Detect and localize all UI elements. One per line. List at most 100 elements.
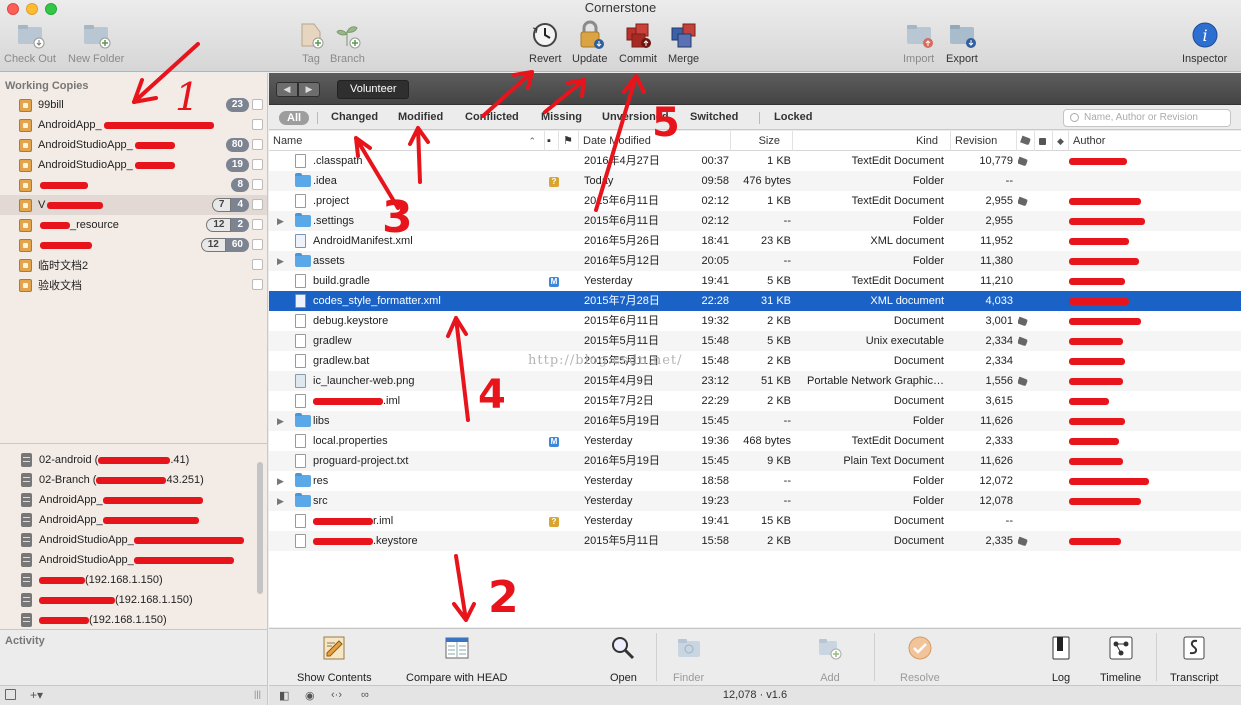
transcript-button[interactable]: Transcript [1170,635,1219,684]
column-author[interactable]: Author [1069,131,1241,151]
file-row[interactable]: debug.keystore 2015年6月11日 19:32 2 KB Documen… [269,311,1241,331]
column-status[interactable]: ▪ [545,131,559,151]
working-copy-checkbox[interactable] [252,99,263,110]
disclosure-triangle-icon[interactable]: ▶ [277,471,287,491]
log-button[interactable]: Log [1048,635,1074,684]
file-row[interactable]: r.iml? Yesterday 19:41 15 KB Document -- [269,511,1241,531]
file-row[interactable]: .iml 2015年7月2日 22:29 2 KB Document 3,615 [269,391,1241,411]
working-copy-item[interactable]: AndroidStudioApp_ 19 [0,155,267,175]
filter-conflicted[interactable]: Conflicted [465,111,519,123]
tag-button[interactable]: Tag [296,20,326,65]
merge-button[interactable]: Merge [668,20,699,65]
filter-locked[interactable]: Locked [774,111,813,123]
update-button[interactable]: Update [572,20,607,65]
file-row[interactable]: build.gradle M Yesterday 19:41 5 KB TextEdit … [269,271,1241,291]
finder-button[interactable]: Finder [673,635,704,684]
open-button[interactable]: Open [610,635,637,684]
working-copy-item[interactable]: V 74 [0,195,267,215]
repository-item[interactable]: AndroidApp_ [0,490,267,510]
file-row[interactable]: .project 2015年6月11日 02:12 1 KB TextEdit Docu… [269,191,1241,211]
working-copy-checkbox[interactable] [252,199,263,210]
working-copy-item[interactable]: 12 60 [0,235,267,255]
filter-changed[interactable]: Changed [331,111,378,123]
resolve-button[interactable]: Resolve [900,635,940,684]
file-row[interactable]: .idea? Today 09:58 476 bytes Folder -- [269,171,1241,191]
new-folder-button[interactable]: New Folder [68,20,124,65]
add-repository-button[interactable]: +▾ [30,688,43,702]
search-input[interactable]: Name, Author or Revision [1063,109,1231,127]
check-out-button[interactable]: Check Out [4,20,56,65]
file-row[interactable]: ▶ assets 2016年5月12日 20:05 -- Folder 11,380 [269,251,1241,271]
disclosure-triangle-icon[interactable]: ▶ [277,491,287,511]
working-copy-checkbox[interactable] [252,259,263,270]
sidebar-toggle-icon[interactable] [5,689,16,700]
column-lock[interactable] [1035,131,1053,151]
filter-modified[interactable]: Modified [398,111,443,123]
repository-item[interactable]: AndroidStudioApp_ [0,530,267,550]
working-copy-checkbox[interactable] [252,279,263,290]
working-copy-item[interactable]: 99bill 23 [0,95,267,115]
branch-button[interactable]: Branch [330,20,365,65]
resize-handle[interactable]: ||| [254,689,261,699]
working-copy-item[interactable]: 8 [0,175,267,195]
working-copy-item[interactable]: AndroidApp_ [0,115,267,135]
working-copy-checkbox[interactable] [252,179,263,190]
show-contents-button[interactable]: Show Contents [297,635,372,684]
repository-item[interactable]: AndroidApp_ [0,510,267,530]
file-row[interactable]: local.properties M Yesterday 19:36 468 bytes… [269,431,1241,451]
column-name[interactable]: Name ⌃ [269,131,545,151]
filter-unversioned[interactable]: Unversioned [602,111,669,123]
compare-with-head-button[interactable]: Compare with HEAD [406,635,507,684]
working-copy-item[interactable]: _resource 12 2 [0,215,267,235]
repository-item[interactable]: 02-android (.41) [0,450,267,470]
file-row[interactable]: .keystore 2015年5月11日 15:58 2 KB Document 2,33… [269,531,1241,551]
column-date-modified[interactable]: Date Modified [579,131,731,151]
working-copy-checkbox[interactable] [252,239,263,250]
column-kind[interactable]: Kind [793,131,951,151]
inspector-button[interactable]: i Inspector [1182,20,1227,65]
working-copy-checkbox[interactable] [252,219,263,230]
working-copy-checkbox[interactable] [252,139,263,150]
working-copy-checkbox[interactable] [252,159,263,170]
column-flag[interactable]: ⚑ [559,131,579,151]
file-row[interactable]: proguard-project.txt 2016年5月19日 15:45 9 KB P… [269,451,1241,471]
disclosure-triangle-icon[interactable]: ▶ [277,251,287,271]
import-button[interactable]: Import [903,20,934,65]
revert-button[interactable]: Revert [529,20,561,65]
file-row[interactable]: .classpath 2016年4月27日 00:37 1 KB TextEdit Do… [269,151,1241,171]
file-row[interactable]: ▶ src Yesterday 19:23 -- Folder 12,078 [269,491,1241,511]
column-tag[interactable] [1017,131,1035,151]
export-button[interactable]: Export [946,20,978,65]
file-row[interactable]: ▶ res Yesterday 18:58 -- Folder 12,072 [269,471,1241,491]
working-copy-item[interactable]: AndroidStudioApp_ 80 [0,135,267,155]
column-size[interactable]: Size [731,131,793,151]
breadcrumb-volunteer[interactable]: Volunteer [337,80,410,99]
file-row[interactable]: gradlew 2015年5月11日 15:48 5 KB Unix executabl… [269,331,1241,351]
file-row[interactable]: codes_style_formatter.xml 2015年7月28日 22:28… [269,291,1241,311]
filter-switched[interactable]: Switched [690,111,738,123]
working-copy-item[interactable]: 临时文档2 [0,255,267,275]
disclosure-triangle-icon[interactable]: ▶ [277,411,287,431]
filter-all[interactable]: All [279,111,310,125]
file-row[interactable]: gradlew.bat 2015年5月11日 15:48 2 KB Document 2,… [269,351,1241,371]
file-row[interactable]: ▶ libs 2016年5月19日 15:45 -- Folder 11,626 [269,411,1241,431]
forward-button[interactable]: ▶ [298,82,320,97]
disclosure-triangle-icon[interactable]: ▶ [277,211,287,231]
add-button[interactable]: Add [817,635,843,684]
repository-item[interactable]: (192.168.1.150) [0,590,267,610]
column-layers[interactable]: ◆ [1053,131,1069,151]
file-row[interactable]: AndroidManifest.xml 2016年5月26日 18:41 23 KB X… [269,231,1241,251]
working-copy-item[interactable]: 验收文档 [0,275,267,295]
column-revision[interactable]: Revision [951,131,1017,151]
repository-item[interactable]: 02-Branch (43.251) [0,470,267,490]
back-button[interactable]: ◀ [276,82,298,97]
repositories-scrollbar[interactable] [257,462,263,594]
commit-button[interactable]: Commit [619,20,657,65]
file-row[interactable]: ▶ .settings 2015年6月11日 02:12 -- Folder 2,955 [269,211,1241,231]
repository-item[interactable]: (192.168.1.150) [0,610,267,630]
working-copy-checkbox[interactable] [252,119,263,130]
repository-item[interactable]: (192.168.1.150) [0,570,267,590]
filter-missing[interactable]: Missing [541,111,582,123]
timeline-button[interactable]: Timeline [1100,635,1141,684]
repository-item[interactable]: AndroidStudioApp_ [0,550,267,570]
